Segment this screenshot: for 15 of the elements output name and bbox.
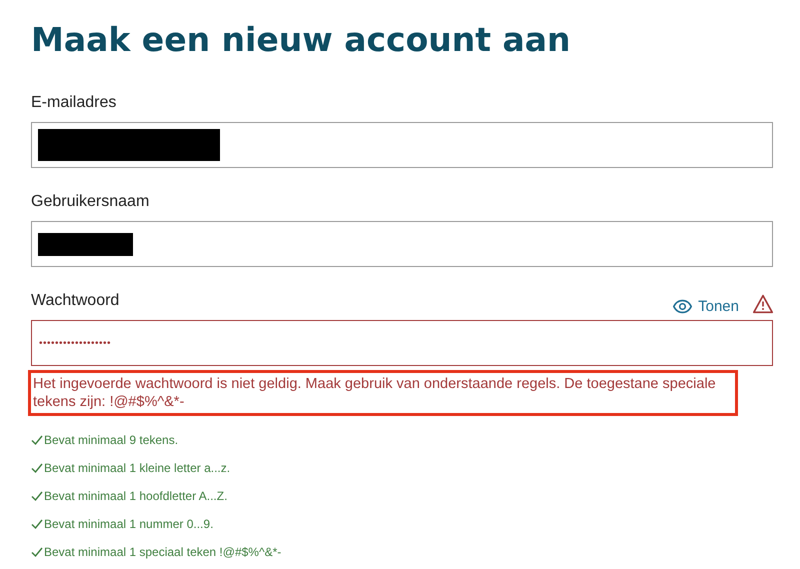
input-field[interactable] bbox=[31, 122, 773, 168]
field-label: Gebruikersnaam bbox=[31, 193, 150, 211]
input-field[interactable] bbox=[31, 221, 773, 267]
eye-icon bbox=[673, 297, 692, 316]
rule-text: Bevat minimaal 1 kleine letter a...z. bbox=[44, 461, 230, 475]
error-message: Het ingevoerde wachtwoord is niet geldig. Maak gebruik van onderstaande regels. De toegestane speciale tekens zijn: !@#$%^&*- bbox=[28, 370, 738, 416]
rule-text: Bevat minimaal 1 hoofdletter A...Z. bbox=[44, 489, 228, 503]
rule-text: Bevat minimaal 1 nummer 0...9. bbox=[44, 517, 214, 531]
rule-text: Bevat minimaal 1 speciaal teken !@#$%^&*- bbox=[44, 545, 282, 559]
rule-text: Bevat minimaal 9 tekens. bbox=[44, 433, 178, 447]
field-label: Wachtwoord bbox=[31, 292, 120, 310]
page-title: Maak een nieuw account aan bbox=[31, 19, 572, 61]
show-password-button[interactable]: Tonen bbox=[673, 297, 739, 316]
password-field[interactable]: •••••••••••••••••• bbox=[31, 320, 773, 366]
field-label: E-mailadres bbox=[31, 94, 118, 112]
